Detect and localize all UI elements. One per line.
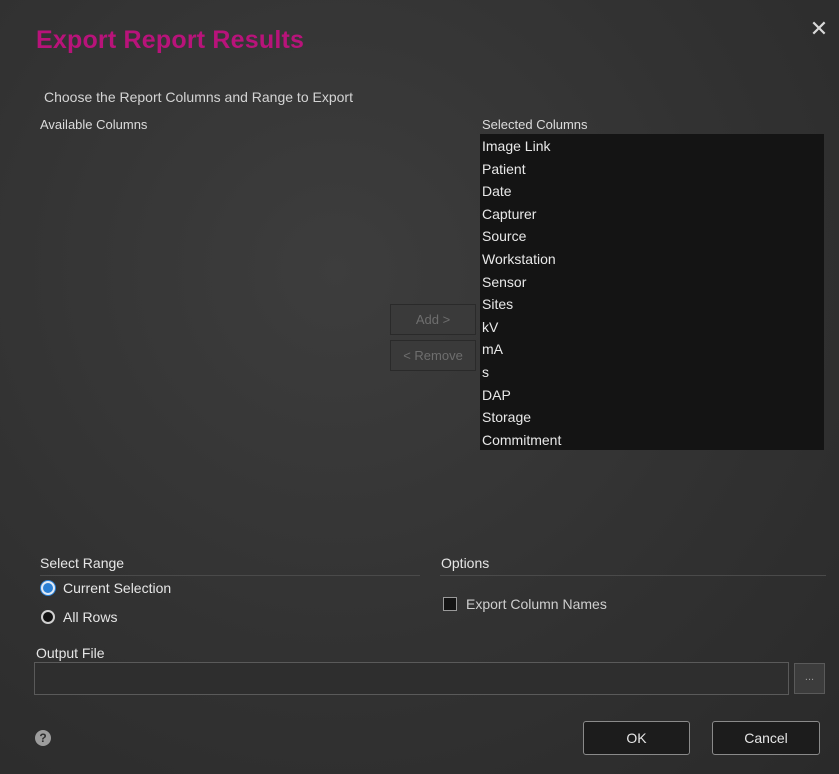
selected-column-item[interactable]: Workstation <box>480 248 824 271</box>
selected-column-item[interactable]: s <box>480 361 824 384</box>
selected-column-item[interactable]: Storage <box>480 406 824 429</box>
all-rows-radio[interactable]: All Rows <box>41 609 117 625</box>
checkbox-icon[interactable] <box>443 597 457 611</box>
options-label: Options <box>441 555 490 571</box>
radio-unchecked-icon[interactable] <box>41 610 55 624</box>
all-rows-label: All Rows <box>63 609 118 625</box>
browse-button[interactable]: ... <box>794 663 825 694</box>
help-icon[interactable]: ? <box>35 730 51 746</box>
export-report-dialog: Export Report Results ✕ Choose the Repor… <box>0 0 839 774</box>
selected-column-item[interactable]: Commitment <box>480 429 824 452</box>
ok-button[interactable]: OK <box>583 721 690 755</box>
options-divider <box>440 575 826 576</box>
selected-column-item[interactable]: Date <box>480 180 824 203</box>
selected-column-item[interactable]: Patient <box>480 158 824 181</box>
cancel-button[interactable]: Cancel <box>712 721 820 755</box>
remove-column-button[interactable]: < Remove <box>390 340 476 371</box>
select-range-label: Select Range <box>40 555 125 571</box>
export-column-names-checkbox[interactable]: Export Column Names <box>443 596 607 612</box>
selected-column-item[interactable]: mA <box>480 338 824 361</box>
selected-column-item[interactable]: Capturer <box>480 203 824 226</box>
dialog-title: Export Report Results <box>36 26 305 54</box>
current-selection-label: Current Selection <box>63 580 172 596</box>
add-column-button[interactable]: Add > <box>390 304 476 335</box>
selected-column-item[interactable]: DAP <box>480 384 824 407</box>
selected-column-item[interactable]: Sites <box>480 293 824 316</box>
selected-column-item[interactable]: Sensor <box>480 271 824 294</box>
output-file-input[interactable] <box>34 662 789 695</box>
selected-column-item[interactable]: Source <box>480 225 824 248</box>
dialog-subtitle: Choose the Report Columns and Range to E… <box>44 89 353 105</box>
selected-columns-label: Selected Columns <box>482 117 588 132</box>
selected-column-item[interactable]: kV <box>480 316 824 339</box>
radio-checked-icon[interactable] <box>41 581 55 595</box>
selected-column-item[interactable]: Image Link <box>480 135 824 158</box>
available-columns-label: Available Columns <box>40 117 148 132</box>
selected-columns-list[interactable]: Image Link Patient Date Capturer Source … <box>480 134 824 450</box>
current-selection-radio[interactable]: Current Selection <box>41 580 171 596</box>
close-icon[interactable]: ✕ <box>808 18 830 40</box>
select-range-divider <box>40 575 420 576</box>
export-column-names-label: Export Column Names <box>466 596 607 612</box>
output-file-label: Output File <box>36 645 105 661</box>
